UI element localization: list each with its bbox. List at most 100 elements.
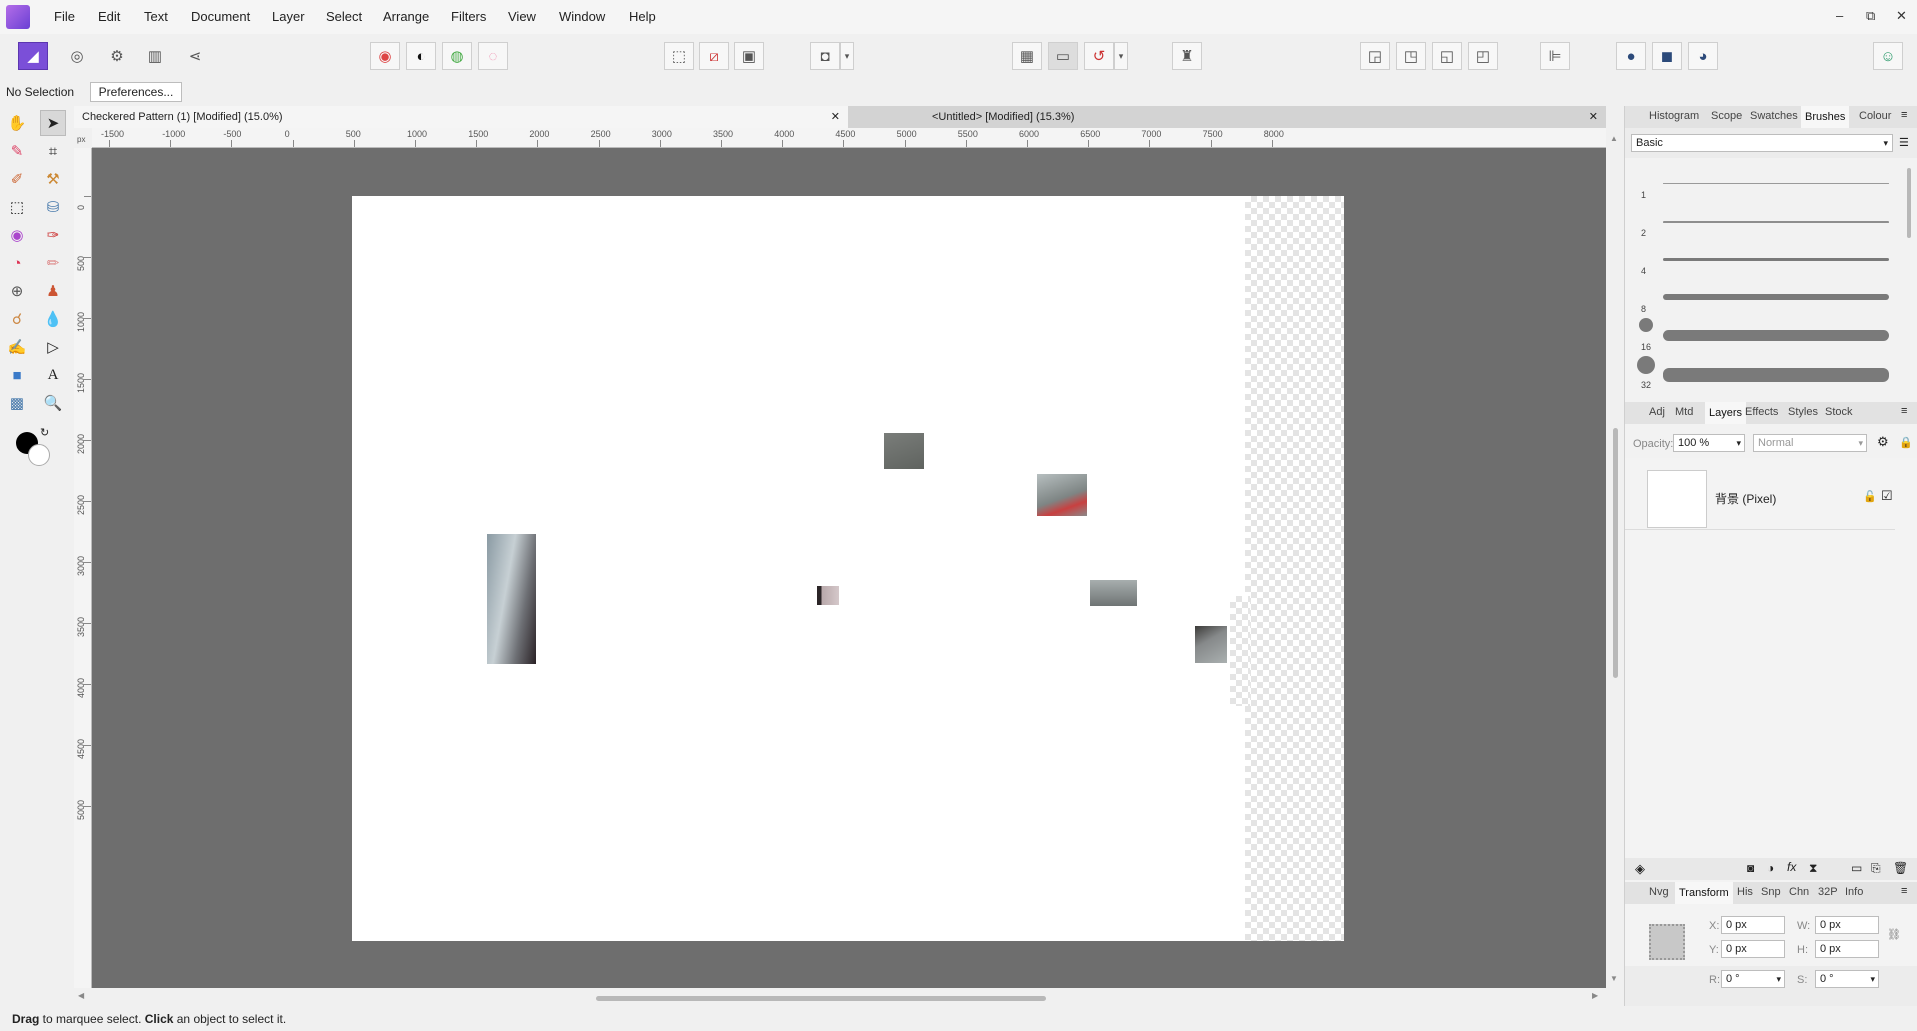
menu-view[interactable]: View — [508, 9, 536, 24]
brush-list[interactable]: 1 2 4 8 16 32 — [1625, 158, 1917, 508]
menu-file[interactable]: File — [54, 9, 75, 24]
tab-32p[interactable]: 32P — [1818, 886, 1838, 898]
snap-options-button[interactable]: ▭ — [1048, 42, 1078, 70]
text-tool[interactable]: A — [40, 362, 66, 388]
canvas-area[interactable] — [92, 148, 1606, 988]
arrange-backward-button[interactable]: ◳ — [1396, 42, 1426, 70]
crop-tool[interactable]: ⌗ — [40, 138, 66, 164]
layer-row[interactable]: 背景 (Pixel) 🔓 ☑ — [1625, 468, 1895, 530]
boolean-intersect-button[interactable]: ◕ — [1688, 42, 1718, 70]
x-field[interactable]: 0 px — [1721, 916, 1785, 934]
snapping-dropdown[interactable]: ▾ — [1114, 42, 1128, 70]
brush-stroke-preview[interactable] — [1663, 221, 1889, 223]
tab-stock[interactable]: Stock — [1825, 406, 1853, 418]
folder-icon[interactable]: ▭ — [1851, 861, 1862, 875]
zoom-blur-tool[interactable]: ⊕ — [4, 278, 30, 304]
scroll-down-icon[interactable]: ▼ — [1610, 974, 1618, 983]
rectangle-tool[interactable]: ■ — [4, 362, 30, 388]
brush-options-icon[interactable]: ☰ — [1899, 136, 1909, 149]
lock-icon[interactable]: 🔒 — [1899, 436, 1913, 449]
tab-layers[interactable]: Layers — [1705, 402, 1747, 424]
tab-info[interactable]: Info — [1845, 886, 1863, 898]
new-layer-icon[interactable]: ⎘ — [1871, 861, 1881, 876]
align-button[interactable]: ⊫ — [1540, 42, 1570, 70]
horizontal-scroll-thumb[interactable] — [596, 996, 1046, 1001]
boolean-add-button[interactable]: ● — [1616, 42, 1646, 70]
close-tab-icon[interactable]: ✕ — [831, 106, 840, 128]
menu-layer[interactable]: Layer — [272, 9, 305, 24]
tab-adjustments[interactable]: Adj — [1649, 406, 1665, 418]
shear-field[interactable]: 0 ° ▾ — [1815, 970, 1879, 988]
tab-history[interactable]: His — [1737, 886, 1753, 898]
menu-document[interactable]: Document — [191, 9, 250, 24]
mesh-warp-tool[interactable]: ▩ — [4, 390, 30, 416]
selection-brush-tool[interactable]: ✐ — [4, 166, 30, 192]
tab-snapshots[interactable]: Snp — [1761, 886, 1781, 898]
panel-menu-icon[interactable]: ≡ — [1901, 885, 1907, 897]
layers-stack-icon[interactable]: ◈ — [1635, 861, 1645, 877]
panel-menu-icon[interactable]: ≡ — [1901, 109, 1907, 121]
horizontal-ruler[interactable]: -1500 -1000 -500 0 500 1000 1500 2000 2500 3000 35… — [92, 128, 1606, 148]
swap-colours-icon[interactable]: ↻ — [40, 426, 49, 439]
tab-brushes[interactable]: Brushes — [1801, 106, 1850, 128]
brush-stroke-preview[interactable] — [1663, 258, 1889, 261]
brush-stroke-preview[interactable] — [1663, 183, 1889, 184]
tab-colour[interactable]: Colour — [1859, 110, 1891, 122]
tab-metadata[interactable]: Mtd — [1675, 406, 1693, 418]
persona-liquify-button[interactable]: ◎ — [62, 42, 92, 70]
persona-tonemap-button[interactable]: ▥ — [140, 42, 170, 70]
flood-select-tool[interactable]: ⚒ — [40, 166, 66, 192]
blend-mode-select[interactable]: Normal ▾ — [1753, 434, 1867, 452]
move-tool[interactable]: ➤ — [40, 110, 66, 136]
erase-tool[interactable]: ✏ — [40, 250, 66, 276]
tab-navigator[interactable]: Nvg — [1649, 886, 1669, 898]
layer-lock-icon[interactable]: 🔓 — [1863, 490, 1877, 503]
arrange-front-button[interactable]: ◰ — [1468, 42, 1498, 70]
menu-edit[interactable]: Edit — [98, 9, 120, 24]
flood-fill-tool[interactable]: ⛁ — [40, 194, 66, 220]
panel-menu-icon[interactable]: ≡ — [1901, 405, 1907, 417]
invert-selection-button[interactable]: ▣ — [734, 42, 764, 70]
menu-select[interactable]: Select — [326, 9, 362, 24]
close-tab-icon[interactable]: ✕ — [1589, 106, 1598, 128]
dodge-tool[interactable]: ◔ — [4, 250, 30, 276]
arrange-back-button[interactable]: ◲ — [1360, 42, 1390, 70]
deselect-button[interactable]: ⧄ — [699, 42, 729, 70]
scroll-left-icon[interactable]: ◀ — [78, 991, 84, 1000]
assistant-button[interactable]: ♜ — [1172, 42, 1202, 70]
tab-channels[interactable]: Chn — [1789, 886, 1809, 898]
restore-button[interactable]: ⧉ — [1866, 8, 1875, 24]
persona-export-button[interactable]: ⋖ — [180, 42, 210, 70]
tab-histogram[interactable]: Histogram — [1649, 110, 1699, 122]
zoom-tool[interactable]: 🔍 — [40, 390, 66, 416]
layer-visibility-checkbox[interactable]: ☑ — [1881, 488, 1893, 504]
paint-brush-tool[interactable]: ✑ — [40, 222, 66, 248]
force-pixel-button[interactable]: ↺ — [1084, 42, 1114, 70]
menu-help[interactable]: Help — [629, 9, 656, 24]
marquee-tool[interactable]: ⬚ — [4, 194, 30, 220]
tab-swatches[interactable]: Swatches — [1750, 110, 1798, 122]
marquee-select-button[interactable]: ⬚ — [664, 42, 694, 70]
brush-stroke-preview[interactable] — [1663, 330, 1889, 341]
rotation-field[interactable]: 0 ° ▾ — [1721, 970, 1785, 988]
boolean-subtract-button[interactable]: ◼ — [1652, 42, 1682, 70]
smudge-tool[interactable]: ☌ — [4, 306, 30, 332]
vertical-scrollbar[interactable]: ▲ ▼ — [1606, 128, 1624, 988]
clone-tool[interactable]: ♟ — [40, 278, 66, 304]
auto-contrast-button[interactable]: ◐ — [406, 42, 436, 70]
live-filter-icon[interactable]: ⧗ — [1809, 861, 1817, 876]
snapping-button[interactable]: ▦ — [1012, 42, 1042, 70]
mask-layer-icon[interactable]: ◙ — [1747, 861, 1754, 875]
blur-tool[interactable]: 💧 — [40, 306, 66, 332]
brush-category-select[interactable]: Basic ▾ — [1631, 134, 1893, 152]
menu-arrange[interactable]: Arrange — [383, 9, 429, 24]
brush-list-scroll-thumb[interactable] — [1907, 168, 1911, 238]
menu-window[interactable]: Window — [559, 9, 605, 24]
fx-icon[interactable]: fx — [1787, 860, 1796, 874]
healing-tool[interactable]: ✍ — [4, 334, 30, 360]
quick-mask-dropdown[interactable]: ▾ — [840, 42, 854, 70]
brush-stroke-preview[interactable] — [1663, 368, 1889, 382]
colour-picker-tool[interactable]: ✎ — [4, 138, 30, 164]
vertical-ruler[interactable]: 0 500 1000 1500 2000 2500 3000 3500 4000 4500 5000 — [74, 148, 92, 988]
minimize-button[interactable]: – — [1836, 8, 1843, 23]
